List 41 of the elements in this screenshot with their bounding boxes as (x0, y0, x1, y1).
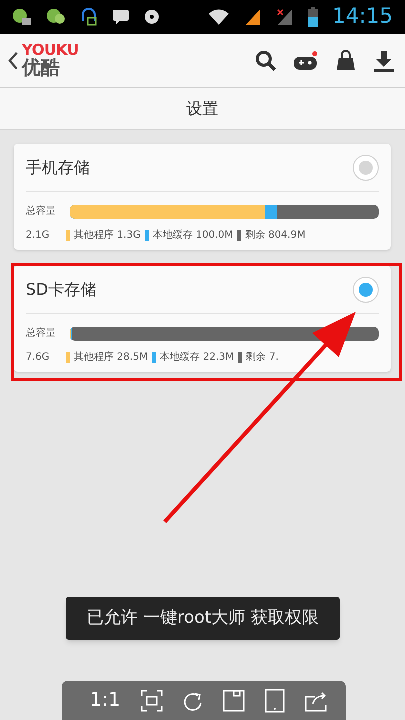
gamepad-icon[interactable] (293, 50, 319, 72)
capacity-label: 总容量 (26, 204, 57, 219)
legend-swatch (66, 352, 70, 363)
legend-label: 其他程序 1.3G (74, 228, 141, 243)
legend-label: 剩余 7. (246, 351, 279, 365)
download-icon[interactable] (373, 50, 395, 72)
capacity-value: 2.1G (26, 229, 51, 243)
storage-name: SD卡存储 (26, 278, 96, 300)
legend-swatch (237, 230, 242, 241)
message-icon (112, 9, 130, 25)
legend-label: 其他程序 28.5M (74, 350, 148, 365)
fit-screen-icon[interactable] (140, 690, 163, 712)
signal-icon (244, 8, 262, 26)
clock: 14:15 (332, 3, 393, 30)
radio-button[interactable] (353, 154, 379, 180)
legend-swatch (66, 230, 70, 241)
capacity-label: 总容量 (26, 326, 57, 341)
legend-label: 剩余 804.9M (245, 229, 306, 243)
save-icon[interactable] (222, 690, 245, 712)
toast-message: 已允许 一键root大师 获取权限 (87, 606, 319, 630)
share-icon[interactable] (304, 690, 327, 712)
legend-swatch (238, 352, 242, 363)
legend-label: 本地缓存 100.0M (152, 228, 234, 243)
bag-icon[interactable] (335, 50, 357, 72)
search-icon[interactable] (255, 50, 277, 72)
legend-swatch (152, 352, 156, 363)
storage-name: 手机存储 (26, 156, 90, 178)
page-title: 设置 (186, 98, 218, 120)
logo-text: 优酷 (22, 59, 61, 78)
legend-label: 本地缓存 22.3M (160, 350, 234, 365)
battery-icon (308, 7, 318, 27)
tablet-icon[interactable] (264, 688, 285, 712)
radio-button[interactable] (353, 276, 379, 302)
zoom-button[interactable]: 1:1 (90, 686, 121, 715)
legend-swatch (144, 230, 149, 241)
wifi-icon (208, 8, 230, 26)
back-icon[interactable] (8, 52, 18, 70)
disc-icon (144, 8, 162, 26)
capacity-value: 7.6G (26, 351, 51, 365)
logo-wordmark: YOUKU (22, 43, 79, 58)
signal-icon (276, 8, 294, 26)
